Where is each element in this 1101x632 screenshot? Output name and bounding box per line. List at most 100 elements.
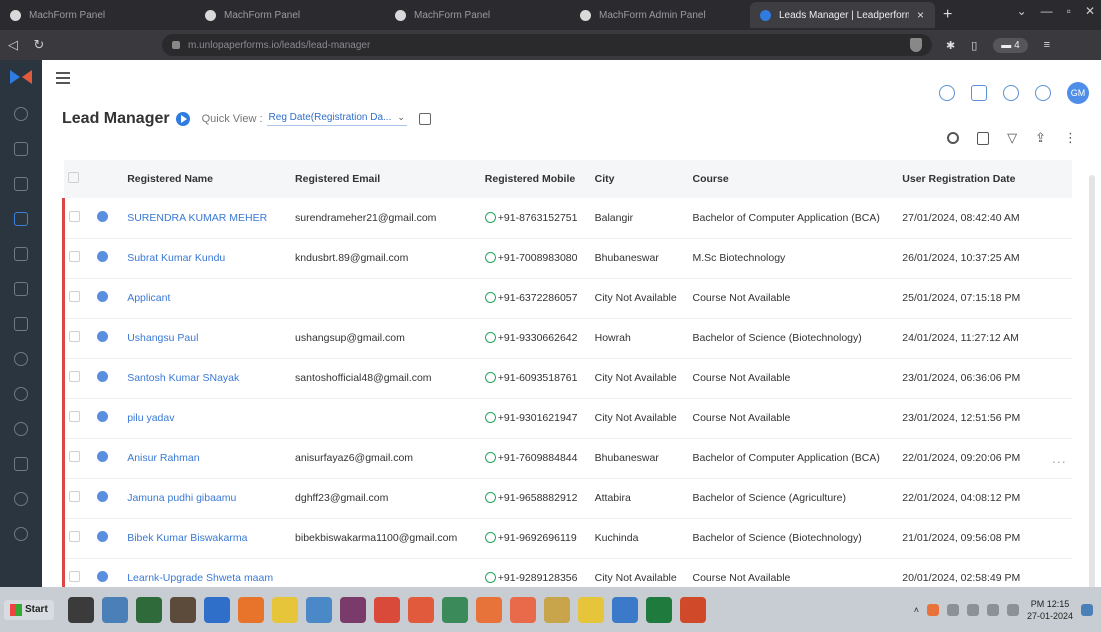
paint-icon[interactable] [543, 596, 570, 623]
save-view-icon[interactable] [418, 113, 431, 125]
files-icon[interactable] [305, 596, 332, 623]
whatsapp-icon[interactable] [484, 492, 496, 503]
whatsapp-icon[interactable] [484, 572, 496, 583]
browser-tab[interactable]: MachForm Panel [195, 2, 385, 28]
explorer-icon[interactable] [577, 596, 604, 623]
whatsapp-icon[interactable] [484, 211, 496, 223]
lead-name-link[interactable]: pilu yadav [127, 412, 174, 424]
filter-icon[interactable]: ▽ [1007, 130, 1017, 146]
whatsapp-icon[interactable] [484, 252, 496, 263]
row-checkbox[interactable] [69, 210, 80, 222]
close-tab-icon[interactable]: × [917, 8, 924, 22]
lead-name-link[interactable]: SURENDRA KUMAR MEHER [127, 212, 267, 224]
row-checkbox[interactable] [69, 371, 80, 382]
calendar-icon[interactable] [14, 177, 28, 191]
table-row[interactable]: Jamuna pudhi gibaamu dghff23@gmail.com +91… [62, 478, 1072, 519]
lead-name-link[interactable]: Anisur Rahman [127, 452, 199, 464]
wallet-side-icon[interactable] [14, 457, 28, 471]
more-vertical-icon[interactable]: ⋮ [1064, 130, 1077, 146]
browser-tab[interactable]: MachForm Panel [385, 2, 570, 28]
table-row[interactable]: Anisur Rahman anisurfayaz6@gmail.com +91-7… [62, 438, 1072, 479]
back-icon[interactable]: ◁ [0, 37, 26, 53]
table-row[interactable]: pilu yadav +91-9301621947 City Not Availab… [62, 398, 1072, 439]
row-checkbox[interactable] [69, 491, 80, 502]
leads-icon[interactable] [14, 212, 28, 226]
brave-icon[interactable] [407, 596, 434, 623]
maximize-icon[interactable]: ▫ [1067, 4, 1071, 18]
settings-icon[interactable] [14, 352, 28, 366]
app-icon[interactable] [169, 596, 196, 623]
column-header[interactable]: Registered Email [291, 160, 481, 198]
start-button[interactable]: Start [4, 599, 54, 620]
dashboard-icon[interactable] [14, 142, 28, 156]
reports-icon[interactable] [14, 317, 28, 331]
lead-name-link[interactable]: Santosh Kumar SNayak [127, 372, 239, 384]
whatsapp-icon[interactable] [484, 452, 496, 463]
winrar-icon[interactable] [339, 596, 366, 623]
hamburger-icon[interactable] [56, 72, 70, 87]
integration-icon[interactable] [14, 422, 28, 436]
quick-view-select[interactable]: Reg Date(Registration Da... ⌄ [266, 112, 407, 126]
network-icon[interactable] [946, 603, 959, 616]
lead-name-link[interactable]: Applicant [127, 292, 170, 304]
share-icon[interactable] [971, 85, 987, 101]
app-logo-icon[interactable] [10, 68, 32, 86]
row-checkbox[interactable] [69, 451, 80, 462]
column-header[interactable]: User Registration Date [898, 160, 1048, 198]
signal-icon[interactable] [1006, 603, 1019, 616]
whatsapp-icon[interactable] [484, 292, 496, 303]
row-checkbox[interactable] [69, 411, 80, 422]
whatsapp-icon[interactable] [484, 412, 496, 423]
browser-tab[interactable]: MachForm Admin Panel [570, 2, 750, 28]
bell-icon[interactable] [1035, 85, 1051, 101]
play-video-icon[interactable] [175, 112, 190, 126]
search-icon[interactable] [947, 132, 960, 144]
orange-app-icon[interactable] [475, 596, 502, 623]
excel-icon[interactable] [645, 596, 672, 623]
firefox-icon[interactable] [237, 596, 264, 623]
cmd-icon[interactable] [67, 596, 94, 623]
powerpoint-icon[interactable] [679, 596, 706, 623]
brave-shield-icon[interactable] [910, 38, 922, 52]
table-scrollbar[interactable] [1089, 175, 1095, 595]
clock[interactable]: PM 12:15 27-01-2024 [1027, 598, 1073, 622]
extensions-icon[interactable]: ✱ [946, 39, 955, 52]
table-row[interactable]: Learnk-Upgrade Shweta maam +91-9289128356… [62, 558, 1072, 587]
volume-icon[interactable] [986, 603, 999, 616]
folder-icon[interactable] [135, 596, 162, 623]
globe-icon[interactable] [441, 596, 468, 623]
table-row[interactable]: Santosh Kumar SNayak santoshofficial48@gm… [62, 358, 1072, 399]
row-checkbox[interactable] [69, 251, 80, 262]
show-desktop-icon[interactable] [1081, 603, 1093, 616]
battery-icon[interactable] [966, 603, 979, 616]
settings-gear-icon[interactable] [939, 85, 955, 101]
history-icon[interactable] [14, 387, 28, 401]
sidebar-toggle-icon[interactable]: ▯ [971, 39, 977, 52]
column-header[interactable]: City [590, 160, 689, 198]
table-row[interactable]: Bibek Kumar Biswakarma bibekbiswakarma110… [62, 518, 1072, 559]
lead-name-link[interactable]: Bibek Kumar Biswakarma [127, 532, 247, 544]
tray-expand-icon[interactable]: ˄ [914, 605, 919, 615]
wallet-button[interactable]: ▬ 4 [993, 37, 1028, 53]
new-tab-button[interactable]: + [935, 6, 960, 24]
upload-icon[interactable]: ⇪ [1035, 130, 1046, 146]
column-header[interactable]: Registered Name [123, 160, 292, 198]
avatar[interactable]: GM [1067, 82, 1089, 104]
control-panel-icon[interactable] [101, 596, 128, 623]
table-row[interactable]: Ushangsu Paul ushangsup@gmail.com +91-9330… [62, 318, 1072, 359]
notepad-icon[interactable] [611, 596, 638, 623]
whatsapp-icon[interactable] [484, 332, 496, 343]
user-icon[interactable] [14, 492, 28, 506]
address-bar[interactable]: m.unlopaperforms.io/leads/lead-manager [162, 34, 932, 56]
browser-tab[interactable]: MachForm Panel [0, 2, 195, 28]
row-checkbox[interactable] [69, 571, 80, 582]
list-icon[interactable] [14, 247, 28, 261]
column-header[interactable]: Registered Mobile [480, 160, 591, 198]
lead-name-link[interactable]: Jamuna pudhi gibaamu [127, 492, 236, 504]
row-checkbox[interactable] [69, 331, 80, 342]
lead-name-link[interactable]: Learnk-Upgrade Shweta maam [127, 572, 273, 584]
table-row[interactable]: Subrat Kumar Kundu kndusbrt.89@gmail.com +… [62, 238, 1072, 279]
columns-icon[interactable] [977, 131, 990, 145]
close-window-icon[interactable]: ✕ [1085, 4, 1095, 18]
whatsapp-icon[interactable] [484, 532, 496, 543]
